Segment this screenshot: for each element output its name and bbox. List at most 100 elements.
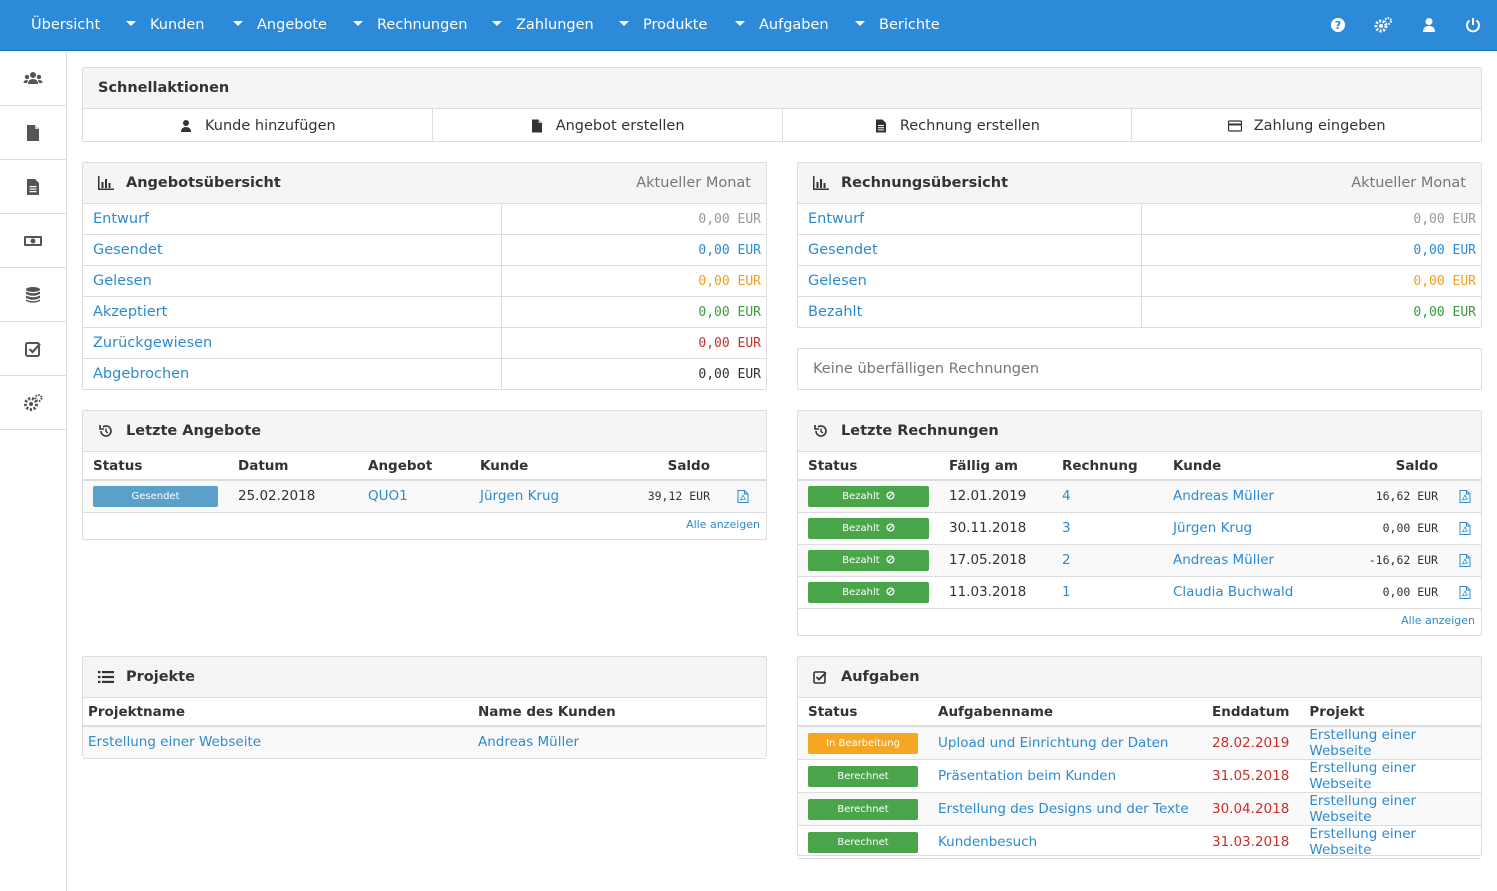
overview-status-link[interactable]: Entwurf <box>798 203 1142 235</box>
task-name-link[interactable]: Erstellung des Designs und der Texte <box>938 801 1189 817</box>
invoice-number-link[interactable]: 2 <box>1062 552 1071 568</box>
pdf-file-icon <box>1459 585 1470 599</box>
caret-down-icon <box>735 20 745 26</box>
settings-icon[interactable] <box>1374 16 1392 34</box>
quick-actions-panel: Schnellaktionen Kunde hinzufügen Angebot… <box>82 67 1482 142</box>
status-badge: Bezahlt <box>808 517 929 539</box>
all-quotes-link[interactable]: Alle anzeigen <box>686 518 760 531</box>
ban-icon <box>886 491 895 500</box>
nav-tasks-label: Aufgaben <box>759 17 829 33</box>
quotes-icon <box>27 124 39 141</box>
task-name-link[interactable]: Upload und Einrichtung der Daten <box>938 735 1169 751</box>
file-text-icon <box>875 119 886 132</box>
table-row: Bezahlt 11.03.2018 1 Claudia Buchwald 0,00 E… <box>798 576 1481 609</box>
ban-icon <box>886 554 895 564</box>
overview-row: Akzeptiert 0,00 EUR <box>83 296 766 328</box>
sidebar-item-tasks[interactable] <box>0 322 66 376</box>
create-invoice-button[interactable]: Rechnung erstellen <box>783 109 1133 142</box>
pdf-file-icon <box>1459 521 1470 535</box>
overview-row: Zurückgewiesen 0,00 EUR <box>83 327 766 359</box>
quote-overview-panel: Angebotsübersicht Aktueller Monat Entwur… <box>82 162 767 390</box>
project-link[interactable]: Erstellung einer Webseite <box>1309 727 1416 759</box>
nav-invoices[interactable]: Rechnungen <box>353 0 467 51</box>
nav-overview[interactable]: Übersicht <box>31 0 100 51</box>
table-row: Berechnet Kundenbesuch 31.03.2018 Erstellun… <box>798 825 1481 859</box>
project-link[interactable]: Erstellung einer Webseite <box>1309 826 1416 858</box>
invoice-number-link[interactable]: 1 <box>1062 584 1071 600</box>
help-icon[interactable]: ? <box>1329 16 1347 34</box>
sidebar-item-products[interactable] <box>0 268 66 322</box>
create-quote-button[interactable]: Angebot erstellen <box>433 109 783 142</box>
project-name-link[interactable]: Erstellung einer Webseite <box>88 734 261 750</box>
quote-number-link[interactable]: QUO1 <box>368 488 408 504</box>
download-pdf-button[interactable] <box>1448 480 1481 513</box>
nav-products-label: Produkte <box>643 17 708 33</box>
column-header: Status <box>83 452 228 481</box>
add-client-button[interactable]: Kunde hinzufügen <box>83 109 433 142</box>
all-invoices-link[interactable]: Alle anzeigen <box>1401 614 1475 627</box>
tasks-panel: Aufgaben Status Aufgabenname Enddatum Pr… <box>797 656 1482 859</box>
download-pdf-button[interactable] <box>1448 576 1481 609</box>
sidebar-item-clients[interactable] <box>0 52 66 106</box>
client-link[interactable]: Jürgen Krug <box>1173 520 1252 536</box>
bar-chart-icon <box>98 176 114 190</box>
invoice-number-link[interactable]: 3 <box>1062 520 1071 536</box>
client-link[interactable]: Claudia Buchwald <box>1173 584 1293 600</box>
overview-status-link[interactable]: Entwurf <box>83 203 502 235</box>
overview-row: Entwurf 0,00 EUR <box>83 203 766 235</box>
nav-tasks[interactable]: Aufgaben <box>735 0 829 51</box>
projects-panel: Projekte Projektname Name des Kunden Ers… <box>82 656 767 759</box>
invoice-balance: 0,00 EUR <box>1323 576 1448 609</box>
sidebar-item-payments[interactable] <box>0 214 66 268</box>
status-badge-label: Bezahlt <box>842 522 880 534</box>
table-row: Berechnet Präsentation beim Kunden 31.05.2… <box>798 759 1481 793</box>
client-link[interactable]: Jürgen Krug <box>480 488 559 504</box>
task-name-link[interactable]: Präsentation beim Kunden <box>938 768 1116 784</box>
invoice-balance: 16,62 EUR <box>1323 480 1448 513</box>
svg-text:?: ? <box>1335 19 1341 32</box>
column-header: Kunde <box>470 452 620 481</box>
download-pdf-button[interactable] <box>1448 544 1481 577</box>
download-pdf-button[interactable] <box>720 480 766 513</box>
client-link[interactable]: Andreas Müller <box>478 734 579 750</box>
overview-status-link[interactable]: Gesendet <box>83 234 502 266</box>
sidebar-item-quotes[interactable] <box>0 106 66 160</box>
invoice-overview-title: Rechnungsübersicht <box>841 175 1009 191</box>
status-badge: Bezahlt <box>808 485 929 507</box>
invoice-balance: 0,00 EUR <box>1323 512 1448 545</box>
client-link[interactable]: Andreas Müller <box>1173 552 1274 568</box>
nav-clients[interactable]: Kunden <box>126 0 204 51</box>
overview-status-link[interactable]: Gelesen <box>83 265 502 297</box>
nav-payments[interactable]: Zahlungen <box>492 0 594 51</box>
caret-down-icon <box>855 20 865 26</box>
overview-status-link[interactable]: Gelesen <box>798 265 1142 297</box>
download-pdf-button[interactable] <box>1448 512 1481 545</box>
overview-status-link[interactable]: Zurückgewiesen <box>83 327 502 359</box>
column-header: Projektname <box>83 698 468 727</box>
invoice-number-link[interactable]: 4 <box>1062 488 1071 504</box>
sidebar-item-invoices[interactable] <box>0 160 66 214</box>
client-link[interactable]: Andreas Müller <box>1173 488 1274 504</box>
nav-reports[interactable]: Berichte <box>855 0 940 51</box>
status-badge: In Bearbeitung <box>808 732 918 754</box>
project-link[interactable]: Erstellung einer Webseite <box>1309 793 1416 825</box>
nav-products[interactable]: Produkte <box>619 0 707 51</box>
overview-status-link[interactable]: Akzeptiert <box>83 296 502 328</box>
overview-row: Entwurf 0,00 EUR <box>798 203 1481 235</box>
task-name-link[interactable]: Kundenbesuch <box>938 834 1037 850</box>
overview-status-link[interactable]: Bezahlt <box>798 297 1142 328</box>
user-icon[interactable] <box>1420 16 1438 34</box>
sidebar-item-settings[interactable] <box>0 376 66 430</box>
overview-amount: 0,00 EUR <box>1413 305 1476 320</box>
overview-row: Gelesen 0,00 EUR <box>798 265 1481 297</box>
enter-payment-button[interactable]: Zahlung eingeben <box>1132 109 1481 142</box>
quote-overview-title: Angebotsübersicht <box>126 175 281 191</box>
project-link[interactable]: Erstellung einer Webseite <box>1309 760 1416 792</box>
overview-status-link[interactable]: Abgebrochen <box>83 359 502 390</box>
column-header: Fällig am <box>939 452 1052 481</box>
list-icon <box>98 671 114 683</box>
overview-status-link[interactable]: Gesendet <box>798 234 1142 266</box>
nav-quotes[interactable]: Angebote <box>233 0 327 51</box>
ban-icon <box>886 586 895 596</box>
power-icon[interactable] <box>1464 16 1482 34</box>
